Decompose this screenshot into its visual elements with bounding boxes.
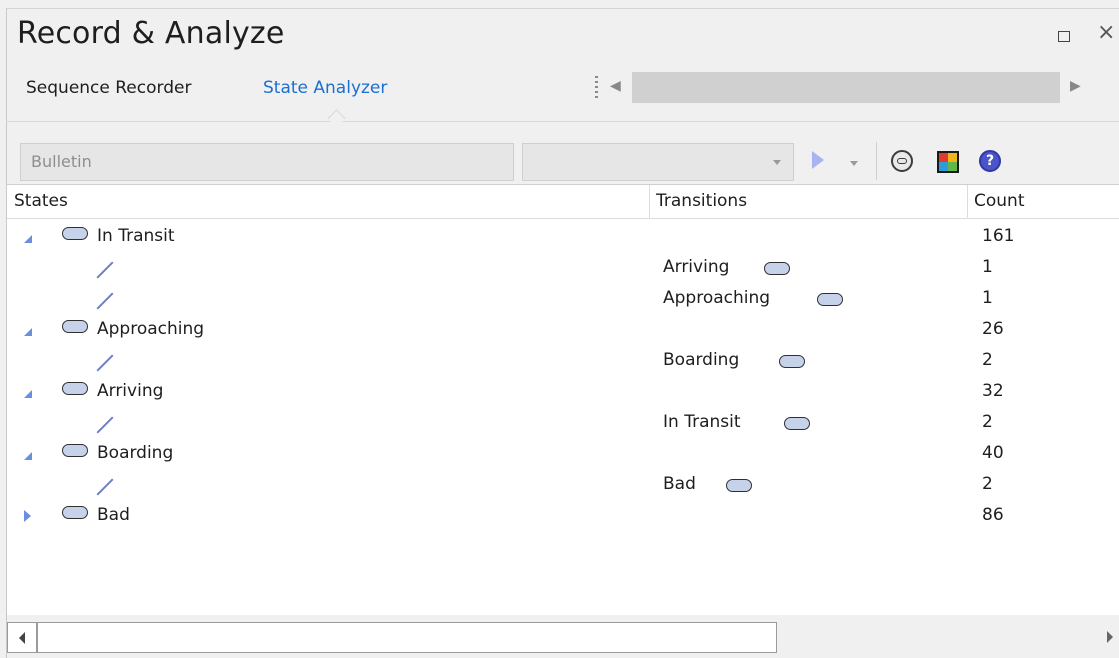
play-icon[interactable] [812,151,824,169]
tab-scrollbar-track[interactable] [632,72,1060,103]
transition-icon [96,416,114,434]
table-row[interactable]: Bad 2 [7,470,1119,501]
table-row[interactable]: In Transit 2 [7,408,1119,439]
transition-target: Boarding [663,350,740,370]
table-row[interactable]: Boarding 40 [7,439,1119,470]
count-value: 32 [982,381,1004,401]
expanded-triangle-icon[interactable] [24,452,32,460]
count-value: 1 [982,288,993,308]
table-row[interactable]: Arriving 32 [7,377,1119,408]
count-value: 2 [982,474,993,494]
state-icon [62,506,88,519]
table-row[interactable]: In Transit 161 [7,222,1119,253]
transition-icon [96,292,114,310]
classifier-field-value: Bulletin [31,152,92,171]
toolbar-separator [876,142,877,180]
count-value: 2 [982,412,993,432]
state-name: Approaching [97,319,205,339]
transition-icon [96,261,114,279]
chevron-down-icon [773,160,781,165]
count-value: 1 [982,257,993,277]
transition-target: Arriving [663,257,730,277]
layout-icon[interactable] [937,151,959,173]
tab-strip-divider [6,121,1119,122]
count-value: 26 [982,319,1004,339]
count-value: 2 [982,350,993,370]
state-name: Arriving [97,381,164,401]
transition-icon [96,354,114,372]
expanded-triangle-icon[interactable] [24,235,32,243]
table-row[interactable]: Arriving 1 [7,253,1119,284]
state-icon [726,479,752,492]
state-icon [817,293,843,306]
state-icon [62,382,88,395]
count-value: 40 [982,443,1004,463]
help-icon[interactable]: ? [979,150,1001,172]
table-row[interactable]: Approaching 26 [7,315,1119,346]
collapsed-triangle-icon[interactable] [24,510,31,522]
transition-target: Bad [663,474,696,494]
tab-state-analyzer[interactable]: State Analyzer [263,78,387,98]
state-name: In Transit [97,226,175,246]
horizontal-scrollbar[interactable] [7,622,1119,653]
window-title: Record & Analyze [17,16,285,51]
state-icon [62,320,88,333]
close-icon[interactable]: × [1097,22,1115,44]
count-value: 161 [982,226,1015,246]
grid-header: States Transitions Count [7,185,1119,219]
tab-scroll-right-icon[interactable]: ▶ [1070,78,1081,94]
expanded-triangle-icon[interactable] [24,390,32,398]
tab-sequence-recorder[interactable]: Sequence Recorder [26,78,191,98]
state-analysis-grid: States Transitions Count In Transit 161 … [7,184,1119,615]
table-row[interactable]: Approaching 1 [7,284,1119,315]
state-name: Boarding [97,443,174,463]
state-icon [62,444,88,457]
table-row[interactable]: Boarding 2 [7,346,1119,377]
state-icon [779,355,805,368]
state-property-select[interactable] [522,143,794,181]
transition-target: Approaching [663,288,771,308]
expanded-triangle-icon[interactable] [24,328,32,336]
column-header-transitions[interactable]: Transitions [656,191,747,211]
play-dropdown-icon[interactable] [850,161,858,166]
count-value: 86 [982,505,1004,525]
state-icon [62,227,88,240]
column-header-count[interactable]: Count [974,191,1025,211]
table-row[interactable]: Bad 86 [7,501,1119,532]
state-icon [784,417,810,430]
classifier-field[interactable]: Bulletin [20,143,514,181]
record-icon[interactable] [891,150,913,172]
column-divider[interactable] [967,185,968,218]
column-divider[interactable] [649,185,650,218]
scroll-left-icon[interactable] [7,622,37,653]
state-name: Bad [97,505,130,525]
transition-icon [96,478,114,496]
column-header-states[interactable]: States [14,191,68,211]
scroll-right-icon[interactable] [1107,631,1113,643]
maximize-icon[interactable] [1058,31,1070,42]
tab-strip-grip-icon[interactable] [595,76,598,98]
state-icon [764,262,790,275]
tab-scroll-left-icon[interactable]: ◀ [610,78,621,94]
scrollbar-thumb[interactable] [37,622,777,653]
transition-target: In Transit [663,412,741,432]
